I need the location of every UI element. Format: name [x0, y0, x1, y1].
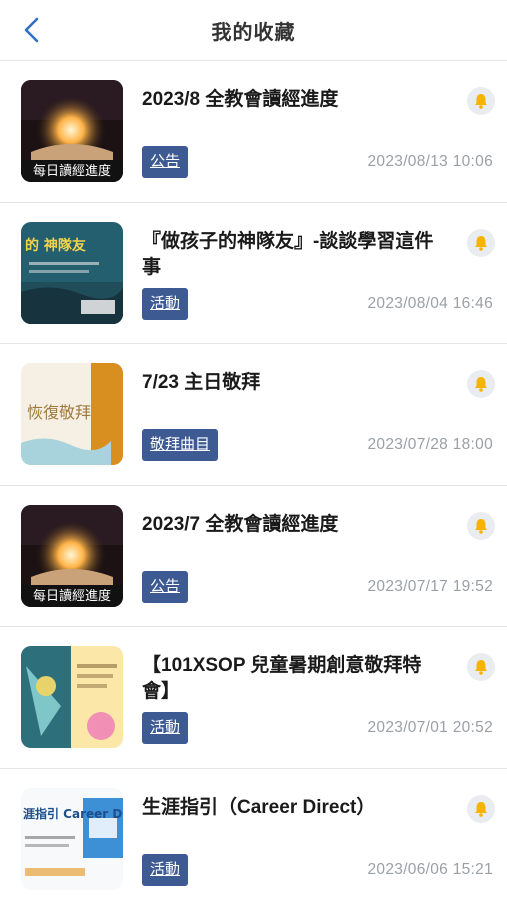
- chevron-left-icon: [24, 17, 39, 43]
- item-thumbnail: 的 神隊友: [21, 221, 123, 324]
- bell-button[interactable]: [467, 370, 495, 398]
- bell-icon: [475, 235, 487, 251]
- item-title: 7/23 主日敬拜: [142, 372, 261, 393]
- category-tag[interactable]: 活動: [142, 287, 189, 320]
- bell-icon: [475, 660, 487, 675]
- list-item[interactable]: 恢復敬拜 7/23 主日敬拜 敬拜曲目 2023/07/28 18:00: [0, 344, 507, 486]
- item-title: 『做孩子的神隊友』-談談學習這件事: [142, 230, 434, 278]
- category-tag[interactable]: 活動: [142, 853, 189, 886]
- item-thumbnail: 涯指引 Career Direct: [21, 787, 123, 890]
- item-title: 生涯指引（Career Direct）: [142, 796, 376, 818]
- item-thumbnail: [21, 646, 123, 748]
- top-nav-bar: 我的收藏: [0, 0, 507, 61]
- bell-icon: [475, 801, 487, 817]
- list-item[interactable]: 涯指引 Career Direct 生涯指引（Career Direct） 活動…: [0, 769, 507, 900]
- bell-button[interactable]: [467, 511, 495, 540]
- item-thumbnail: 每日讀經進度: [21, 80, 123, 182]
- thumbnail-caption: 涯指引 Career Direct: [23, 806, 123, 821]
- item-title: 【101XSOP 兒童暑期創意敬拜特會】: [142, 655, 422, 702]
- item-title: 2023/7 全教會讀經進度: [142, 513, 339, 535]
- bell-button[interactable]: [467, 653, 495, 681]
- bell-icon: [475, 377, 487, 392]
- item-date: 2023/06/06 15:21: [367, 860, 493, 878]
- category-tag[interactable]: 公告: [142, 146, 189, 178]
- bell-icon: [475, 94, 487, 109]
- item-title: 2023/8 全教會讀經進度: [142, 89, 339, 110]
- page-title: 我的收藏: [211, 21, 296, 44]
- item-date: 2023/07/01 20:52: [367, 719, 493, 736]
- list-item[interactable]: 【101XSOP 兒童暑期創意敬拜特會】 活動 2023/07/01 20:52: [0, 627, 507, 769]
- item-date: 2023/07/28 18:00: [367, 436, 493, 453]
- bell-icon: [475, 518, 487, 534]
- item-thumbnail: 恢復敬拜: [21, 363, 123, 465]
- thumbnail-caption: 每日讀經進度: [33, 588, 111, 604]
- bell-button[interactable]: [467, 87, 495, 115]
- list-item[interactable]: 每日讀經進度 2023/8 全教會讀經進度 公告 2023/08/13 10:0…: [0, 61, 507, 203]
- item-date: 2023/08/13 10:06: [367, 153, 493, 170]
- category-tag[interactable]: 活動: [142, 712, 189, 744]
- category-tag[interactable]: 敬拜曲目: [142, 429, 219, 461]
- thumbnail-caption: 的 神隊友: [25, 237, 86, 254]
- category-tag[interactable]: 公告: [142, 570, 189, 603]
- item-date: 2023/08/04 16:46: [367, 294, 493, 312]
- thumbnail-caption: 恢復敬拜: [27, 403, 91, 422]
- item-date: 2023/07/17 19:52: [367, 577, 493, 595]
- back-button[interactable]: [16, 14, 48, 46]
- favorites-list: 每日讀經進度 2023/8 全教會讀經進度 公告 2023/08/13 10:0…: [0, 61, 507, 900]
- list-item[interactable]: 每日讀經進度 2023/7 全教會讀經進度 公告 2023/07/17 19:5…: [0, 486, 507, 627]
- bell-button[interactable]: [467, 228, 495, 257]
- item-thumbnail: 每日讀經進度: [21, 504, 123, 607]
- thumbnail-caption: 每日讀經進度: [33, 163, 111, 179]
- list-item[interactable]: 的 神隊友 『做孩子的神隊友』-談談學習這件事 活動 2023/08/04 16…: [0, 203, 507, 344]
- bell-button[interactable]: [467, 794, 495, 823]
